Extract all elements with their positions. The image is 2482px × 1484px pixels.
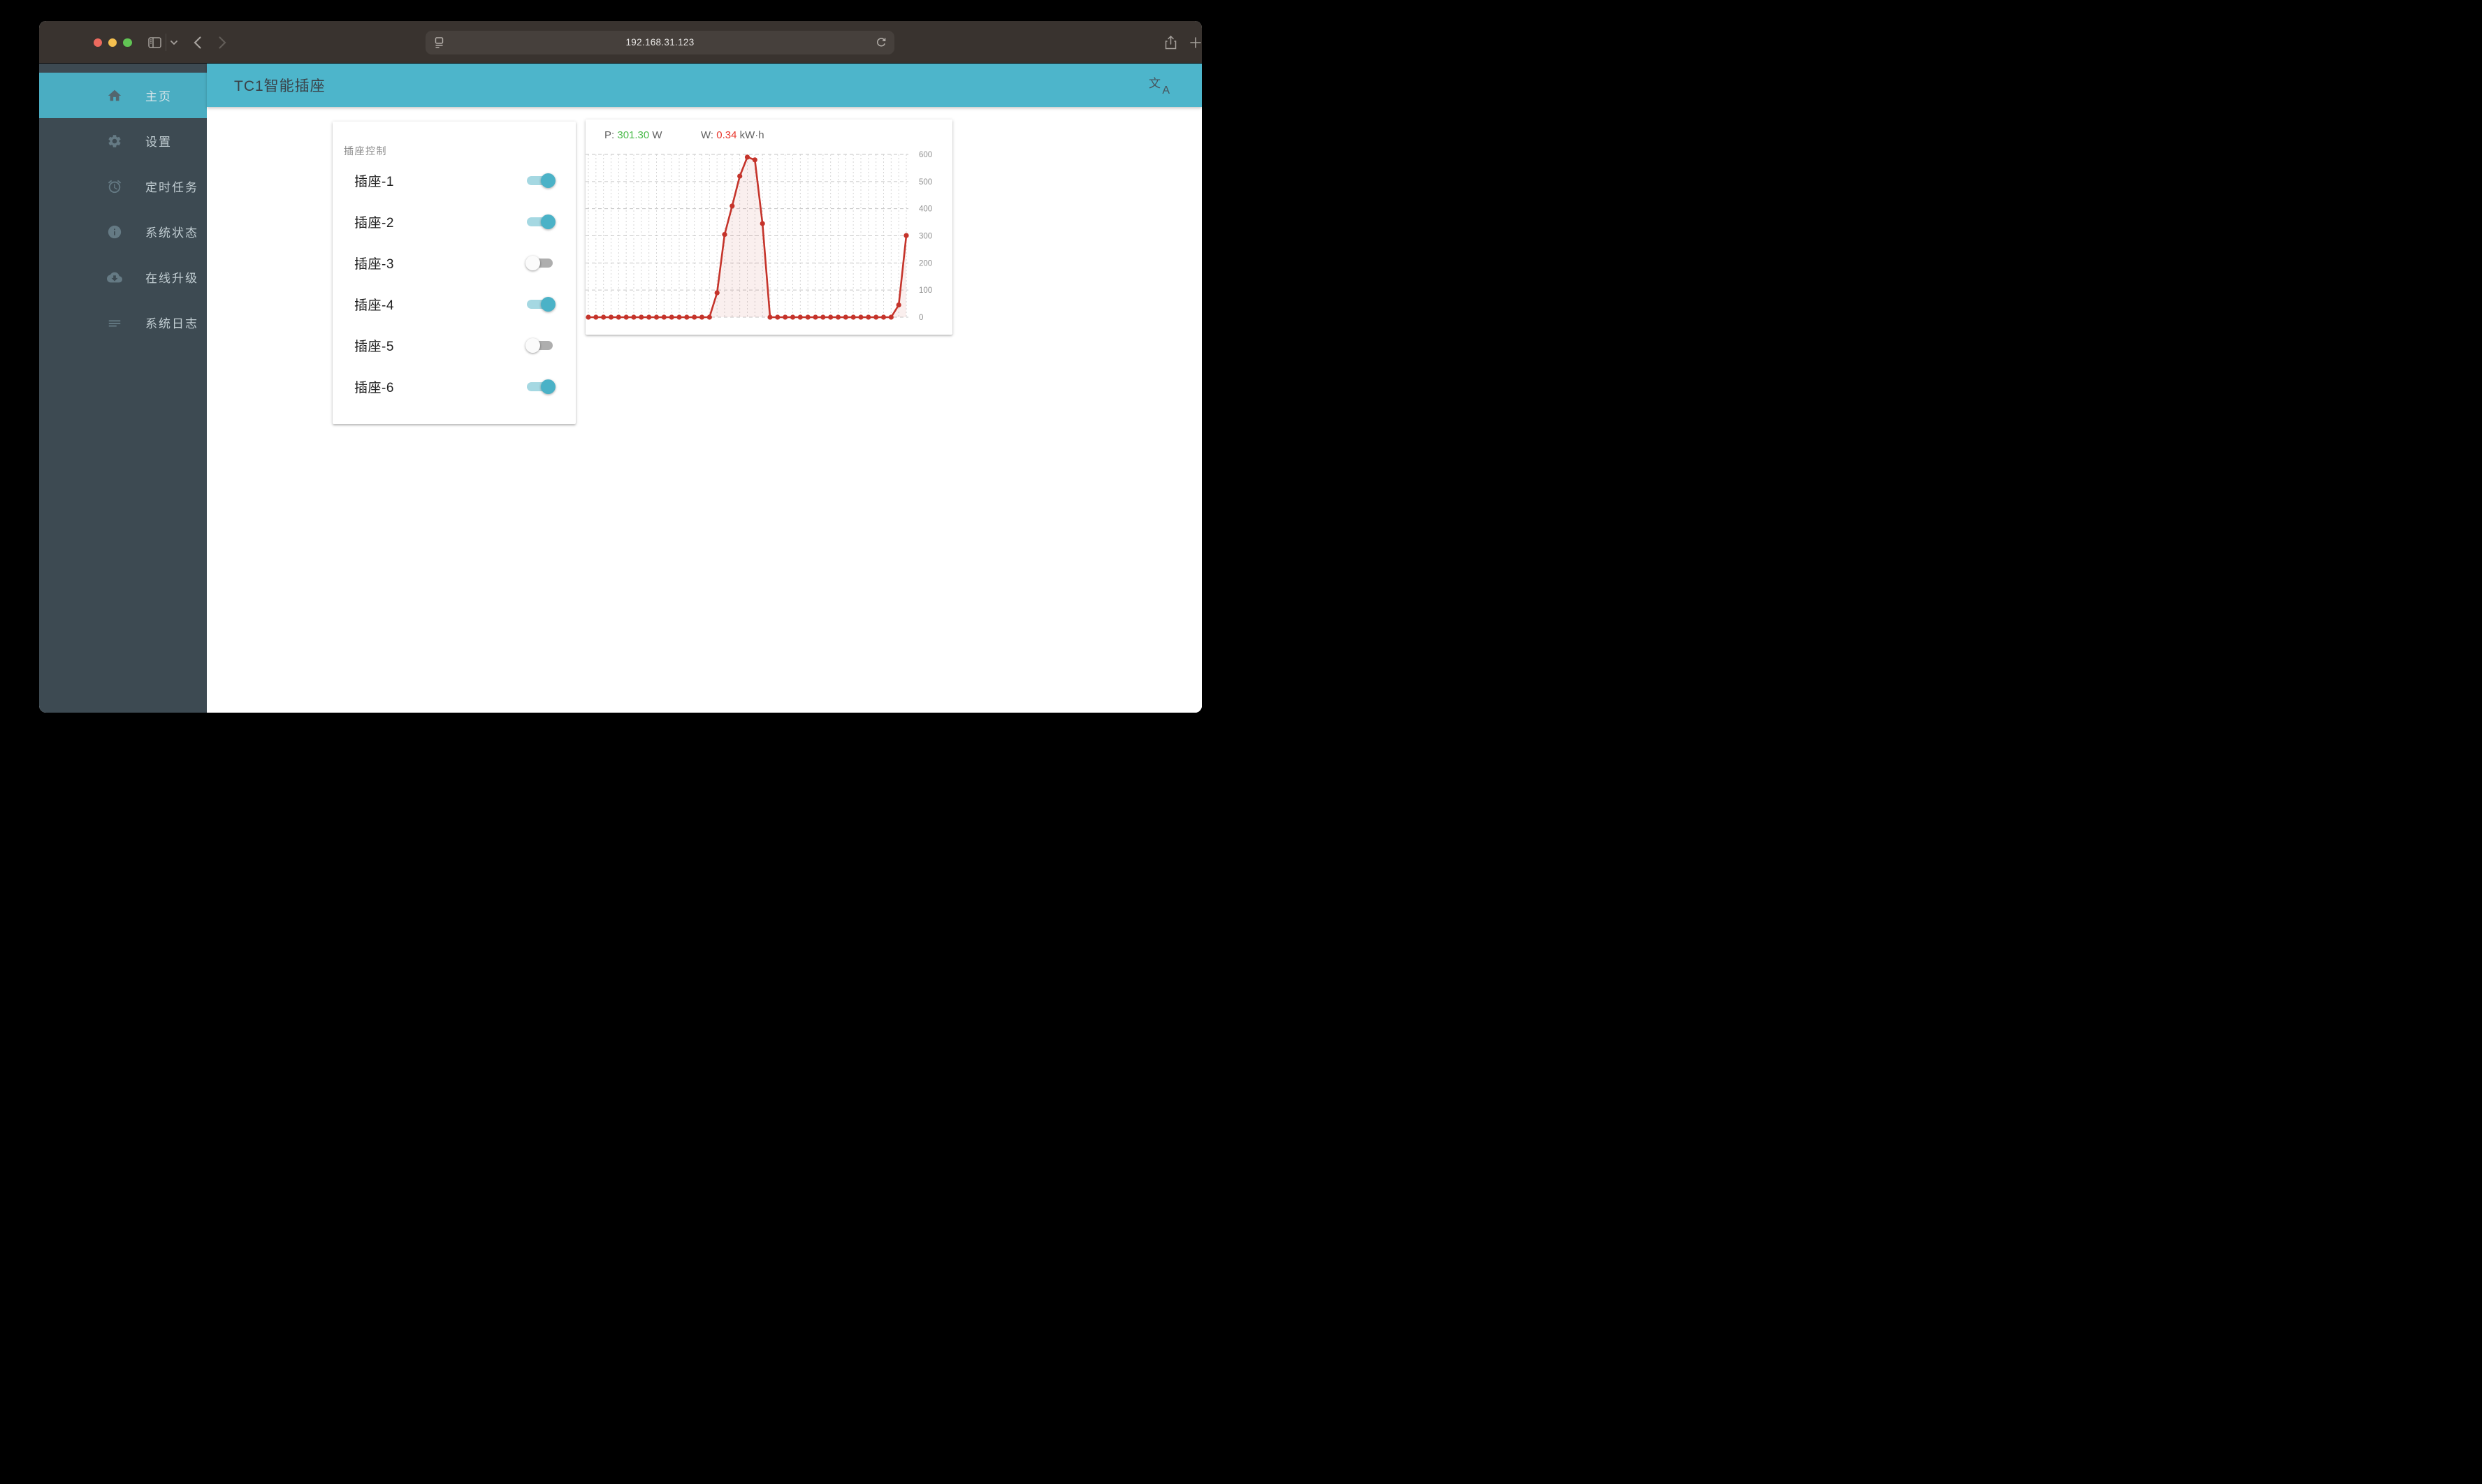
- url-text: 192.168.31.123: [625, 37, 695, 48]
- minimize-window-button[interactable]: [108, 38, 117, 47]
- chevron-down-icon: [170, 40, 177, 45]
- gear-icon: [107, 133, 122, 149]
- plus-icon: [1190, 36, 1201, 48]
- svg-text:500: 500: [919, 178, 932, 187]
- page-header: TC1智能插座 文 A: [207, 64, 1202, 107]
- back-button[interactable]: [189, 21, 205, 64]
- power-chart-svg: 600 500 400 300 200 100 0: [586, 151, 932, 322]
- app-area: 主页 设置 定时任务 系统状态 在线升级 系统日志 TC1智能插座 文 A 插座…: [39, 64, 1202, 713]
- svg-text:600: 600: [919, 151, 932, 159]
- sidebar: 主页 设置 定时任务 系统状态 在线升级 系统日志: [39, 64, 207, 713]
- translate-icon: 文: [1149, 77, 1161, 90]
- sidebar-item-alarm[interactable]: 定时任务: [39, 163, 207, 209]
- socket-row: 插座-3: [333, 242, 576, 284]
- chevron-left-icon: [193, 36, 201, 49]
- sidebar-item-gear[interactable]: 设置: [39, 118, 207, 163]
- socket-row: 插座-6: [333, 366, 576, 407]
- svg-text:400: 400: [919, 205, 932, 214]
- page-title: TC1智能插座: [234, 78, 326, 94]
- main-content: 插座控制 插座-1 插座-2 插座-3 插座-4 插座-5 插座-6 600 50…: [207, 107, 1202, 713]
- sidebar-item-home[interactable]: 主页: [39, 73, 207, 118]
- home-icon: [107, 88, 122, 103]
- power-value: 301.30: [617, 129, 650, 141]
- socket-toggle-1[interactable]: [527, 173, 556, 188]
- socket-label: 插座-3: [354, 257, 394, 272]
- socket-label: 插座-6: [354, 381, 394, 395]
- power-stat: P: 301.30 W: [604, 129, 662, 141]
- translate-button[interactable]: 文 A: [1147, 73, 1171, 97]
- socket-toggle-5[interactable]: [525, 338, 553, 353]
- website-settings-icon[interactable]: [426, 36, 452, 48]
- chevron-right-icon: [218, 36, 226, 49]
- browser-toolbar: 192.168.31.123: [39, 21, 1202, 64]
- sidebar-nav: 主页 设置 定时任务 系统状态 在线升级 系统日志: [39, 73, 207, 345]
- chart-stats: P: 301.30 W W: 0.34 kW·h: [604, 129, 764, 141]
- zoom-window-button[interactable]: [123, 38, 132, 47]
- socket-label: 插座-5: [354, 340, 394, 354]
- close-window-button[interactable]: [94, 38, 103, 47]
- svg-text:300: 300: [919, 233, 932, 241]
- svg-text:0: 0: [919, 314, 923, 322]
- new-tab-button[interactable]: [1187, 21, 1202, 64]
- sidebar-item-logs[interactable]: 系统日志: [39, 300, 207, 345]
- socket-row: 插座-1: [333, 160, 576, 201]
- socket-toggle-6[interactable]: [527, 379, 556, 394]
- tab-group-chevron-button[interactable]: [168, 21, 180, 64]
- energy-value: 0.34: [716, 129, 737, 141]
- sidebar-toggle-button[interactable]: [143, 21, 166, 64]
- socket-label: 插座-2: [354, 216, 394, 231]
- desktop-background: 192.168.31.123 主页 设置 定时任务 系统状态 在线升级 系统日志…: [0, 0, 1241, 742]
- socket-row: 插座-2: [333, 201, 576, 242]
- window-controls: [94, 38, 132, 47]
- socket-label: 插座-4: [354, 298, 394, 313]
- socket-label: 插座-1: [354, 175, 394, 189]
- info-icon: [107, 224, 122, 240]
- sidebar-item-info[interactable]: 系统状态: [39, 209, 207, 254]
- power-chart-card: 600 500 400 300 200 100 0 P: 301.30 W W: 0.34 …: [586, 119, 952, 335]
- sidebar-panel-icon: [147, 36, 161, 48]
- main-panel: TC1智能插座 文 A 插座控制 插座-1 插座-2 插座-3 插座-4 插座-…: [207, 64, 1202, 713]
- browser-window: 192.168.31.123 主页 设置 定时任务 系统状态 在线升级 系统日志…: [39, 21, 1202, 713]
- svg-text:200: 200: [919, 259, 932, 268]
- socket-row: 插座-5: [333, 325, 576, 366]
- share-icon: [1165, 35, 1176, 49]
- socket-rows: 插座-1 插座-2 插座-3 插座-4 插座-5 插座-6: [333, 160, 576, 407]
- reload-icon[interactable]: [868, 37, 894, 48]
- sidebar-item-cloud-download[interactable]: 在线升级: [39, 254, 207, 300]
- address-bar[interactable]: 192.168.31.123: [426, 30, 894, 54]
- socket-card-title: 插座控制: [344, 145, 387, 157]
- socket-toggle-3[interactable]: [525, 256, 553, 270]
- socket-toggle-4[interactable]: [527, 297, 556, 312]
- forward-button[interactable]: [214, 21, 231, 64]
- logs-icon: [107, 315, 122, 330]
- share-button[interactable]: [1162, 21, 1179, 64]
- alarm-icon: [107, 179, 122, 194]
- energy-stat: W: 0.34 kW·h: [701, 129, 764, 141]
- cloud-download-icon: [107, 270, 122, 285]
- svg-text:100: 100: [919, 286, 932, 295]
- socket-row: 插座-4: [333, 284, 576, 325]
- socket-toggle-2[interactable]: [527, 214, 556, 229]
- socket-control-card: 插座控制 插座-1 插座-2 插座-3 插座-4 插座-5 插座-6: [333, 122, 576, 424]
